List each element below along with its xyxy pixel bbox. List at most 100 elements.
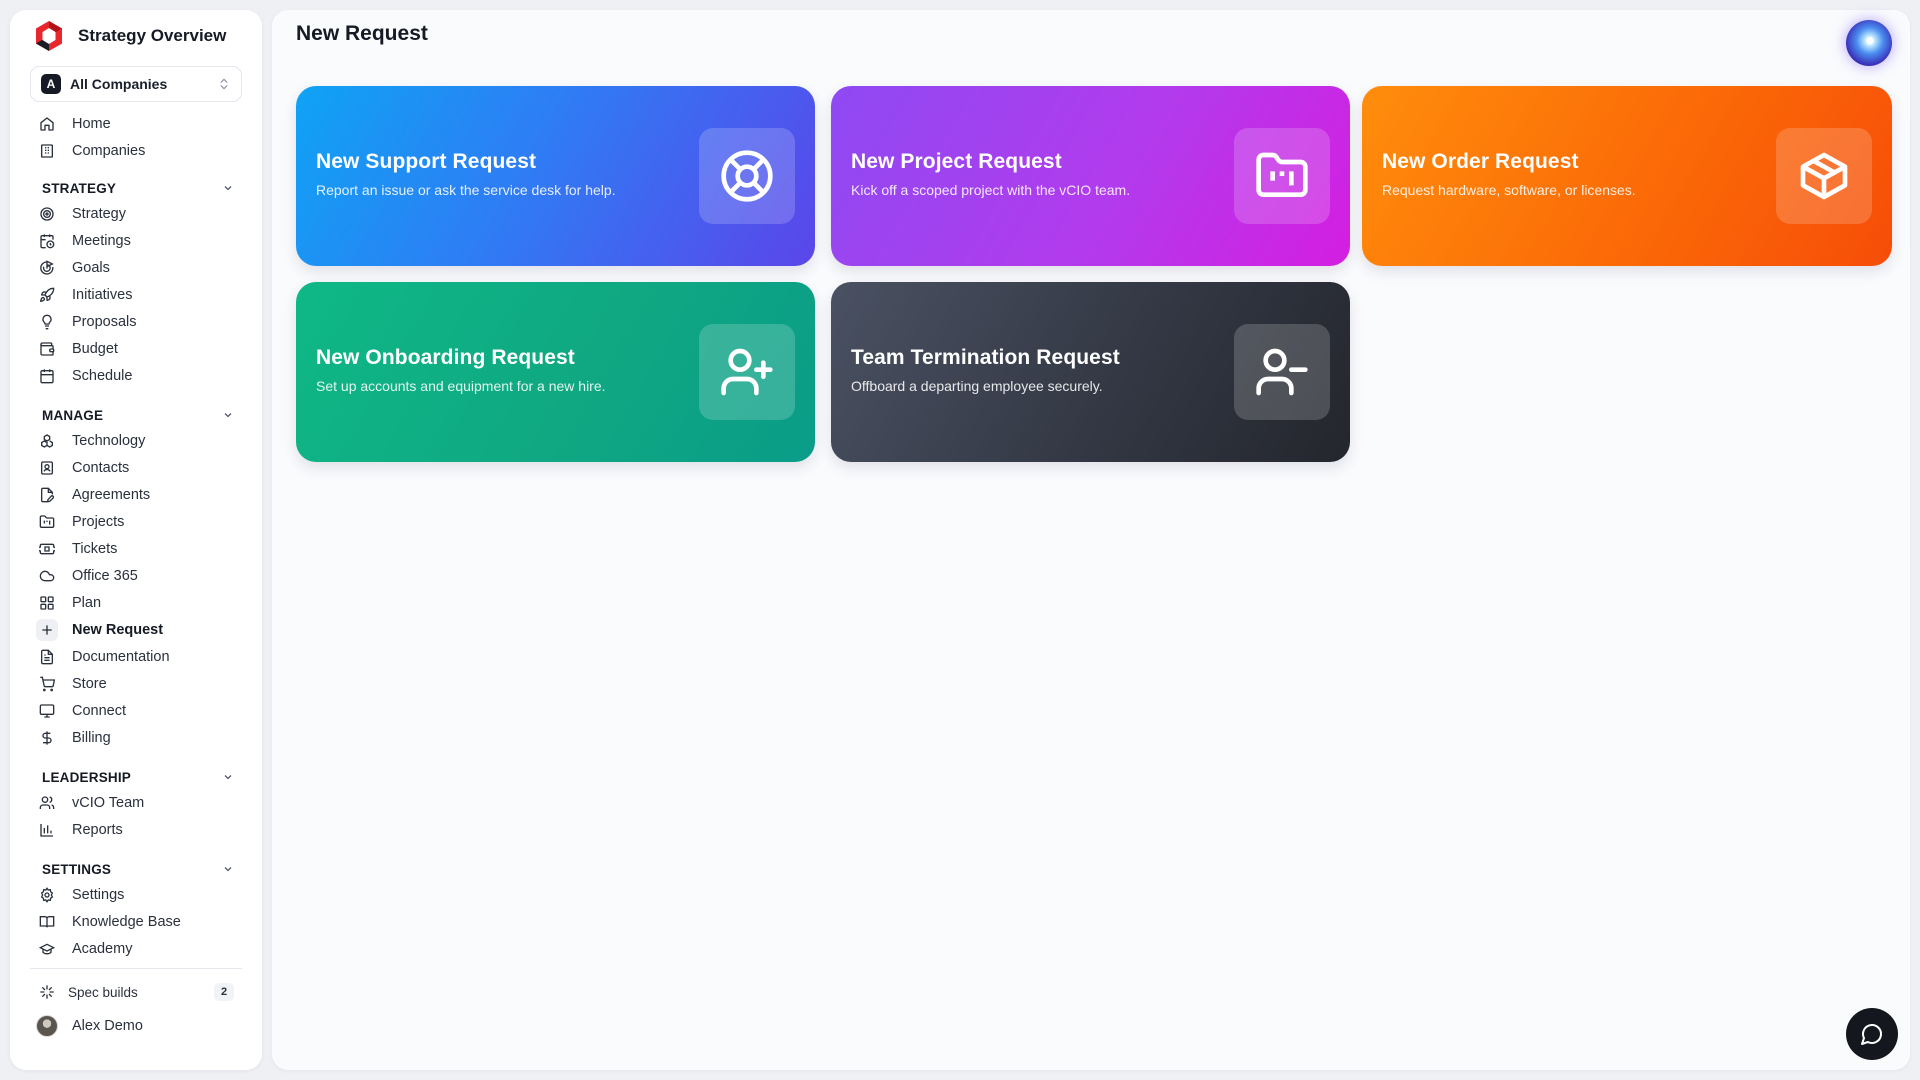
new-project-request-card[interactable]: New Project Request Kick off a scoped pr… xyxy=(831,86,1350,266)
nav-item-technology[interactable]: Technology xyxy=(32,427,242,454)
book-icon xyxy=(36,911,58,933)
card-title: New Order Request xyxy=(1382,150,1579,173)
nav-item-home[interactable]: Home xyxy=(32,110,242,137)
nav-item-label: Proposals xyxy=(72,313,137,330)
nav-item-label: Budget xyxy=(72,340,118,357)
nav-item-label: Schedule xyxy=(72,367,133,384)
nav-item-proposals[interactable]: Proposals xyxy=(32,308,242,335)
nav-item-label: Goals xyxy=(72,259,110,276)
users-icon xyxy=(36,792,58,814)
new-order-request-card[interactable]: New Order Request Request hardware, soft… xyxy=(1362,86,1892,266)
nav-item-academy[interactable]: Academy xyxy=(32,935,242,962)
gear-icon xyxy=(36,884,58,906)
nav-item-label: Meetings xyxy=(72,232,131,249)
chat-button[interactable] xyxy=(1846,1008,1898,1060)
card-title: New Support Request xyxy=(316,150,537,173)
nav-item-plan[interactable]: Plan xyxy=(32,589,242,616)
nav-item-label: Office 365 xyxy=(72,567,138,584)
nav-item-label: Tickets xyxy=(72,540,118,557)
nav-item-schedule[interactable]: Schedule xyxy=(32,362,242,389)
folder-kanban-icon xyxy=(36,511,58,533)
nav-item-label: Reports xyxy=(72,821,123,838)
sidebar-divider xyxy=(30,968,242,969)
chevron-down-icon xyxy=(222,863,234,875)
contact-icon xyxy=(36,457,58,479)
brand[interactable]: Strategy Overview xyxy=(32,10,242,62)
new-onboarding-request-card[interactable]: New Onboarding Request Set up accounts a… xyxy=(296,282,815,462)
avatar xyxy=(36,1015,58,1037)
chevrons-up-down-icon xyxy=(217,77,231,91)
card-title: New Onboarding Request xyxy=(316,346,575,369)
chevron-down-icon xyxy=(222,182,234,194)
nav-item-strategy[interactable]: Strategy xyxy=(32,200,242,227)
nav-item-knowledge-base[interactable]: Knowledge Base xyxy=(32,908,242,935)
spec-builds-item[interactable]: Spec builds 2 xyxy=(32,977,242,1007)
card-description: Kick off a scoped project with the vCIO … xyxy=(851,182,1131,198)
nav-item-billing[interactable]: Billing xyxy=(32,724,242,751)
nav-item-new-request[interactable]: New Request xyxy=(32,616,242,643)
nav-item-tickets[interactable]: Tickets xyxy=(32,535,242,562)
section-header-manage[interactable]: MANAGE xyxy=(42,403,234,427)
nav-item-office-365[interactable]: Office 365 xyxy=(32,562,242,589)
folder-kanban-icon xyxy=(1234,128,1330,224)
nav-item-budget[interactable]: Budget xyxy=(32,335,242,362)
boxes-icon xyxy=(36,430,58,452)
building-icon xyxy=(36,140,58,162)
app-title: Strategy Overview xyxy=(78,26,227,45)
goal-icon xyxy=(36,257,58,279)
calendar-icon xyxy=(36,365,58,387)
nav-item-label: Settings xyxy=(72,886,125,903)
nav-item-label: Strategy xyxy=(72,205,126,222)
nav-item-goals[interactable]: Goals xyxy=(32,254,242,281)
file-pen-icon xyxy=(36,484,58,506)
chat-bubble-icon xyxy=(1861,1024,1882,1045)
main-panel: New Request New Support Request Report a… xyxy=(272,10,1910,1070)
nav-item-initiatives[interactable]: Initiatives xyxy=(32,281,242,308)
nav-item-label: New Request xyxy=(72,621,164,638)
nav-item-label: Connect xyxy=(72,702,127,719)
nav-item-projects[interactable]: Projects xyxy=(32,508,242,535)
nav-item-contacts[interactable]: Contacts xyxy=(32,454,242,481)
nav-item-label: Agreements xyxy=(72,486,151,503)
sparkle-icon xyxy=(36,981,58,1003)
nav-item-documentation[interactable]: Documentation xyxy=(32,643,242,670)
nav-item-label: vCIO Team xyxy=(72,794,145,811)
nav-item-label: Home xyxy=(72,115,111,132)
card-description: Request hardware, software, or licenses. xyxy=(1382,182,1636,198)
user-profile-item[interactable]: Alex Demo xyxy=(32,1011,242,1041)
nav-item-vcio-team[interactable]: vCIO Team xyxy=(32,789,242,816)
lightbulb-icon xyxy=(36,311,58,333)
life-buoy-icon xyxy=(699,128,795,224)
section-header-leadership[interactable]: LEADERSHIP xyxy=(42,765,234,789)
nav-item-label: Knowledge Base xyxy=(72,913,181,930)
nav-item-label: Plan xyxy=(72,594,102,611)
nav-item-label: Technology xyxy=(72,432,146,449)
user-name: Alex Demo xyxy=(72,1018,143,1034)
nav-item-connect[interactable]: Connect xyxy=(32,697,242,724)
nav-item-meetings[interactable]: Meetings xyxy=(32,227,242,254)
nav-item-reports[interactable]: Reports xyxy=(32,816,242,843)
new-support-request-card[interactable]: New Support Request Report an issue or a… xyxy=(296,86,815,266)
spec-builds-label: Spec builds xyxy=(68,984,138,1000)
company-badge: A xyxy=(41,74,61,94)
bar-chart-icon xyxy=(36,819,58,841)
nav-item-label: Companies xyxy=(72,142,146,159)
chevron-down-icon xyxy=(222,771,234,783)
user-minus-icon xyxy=(1234,324,1330,420)
section-title: LEADERSHIP xyxy=(42,769,132,785)
home-icon xyxy=(36,113,58,135)
wallet-icon xyxy=(36,338,58,360)
nav-item-companies[interactable]: Companies xyxy=(32,137,242,164)
section-header-settings[interactable]: SETTINGS xyxy=(42,857,234,881)
nav-item-agreements[interactable]: Agreements xyxy=(32,481,242,508)
cloud-icon xyxy=(36,565,58,587)
team-termination-request-card[interactable]: Team Termination Request Offboard a depa… xyxy=(831,282,1350,462)
nav-item-settings[interactable]: Settings xyxy=(32,881,242,908)
nav-item-store[interactable]: Store xyxy=(32,670,242,697)
section-title: STRATEGY xyxy=(42,180,117,196)
card-description: Set up accounts and equipment for a new … xyxy=(316,378,606,394)
ai-assistant-orb-button[interactable] xyxy=(1846,20,1892,66)
section-header-strategy[interactable]: STRATEGY xyxy=(42,176,234,200)
company-select[interactable]: A All Companies xyxy=(30,66,242,102)
section-title: SETTINGS xyxy=(42,861,112,877)
